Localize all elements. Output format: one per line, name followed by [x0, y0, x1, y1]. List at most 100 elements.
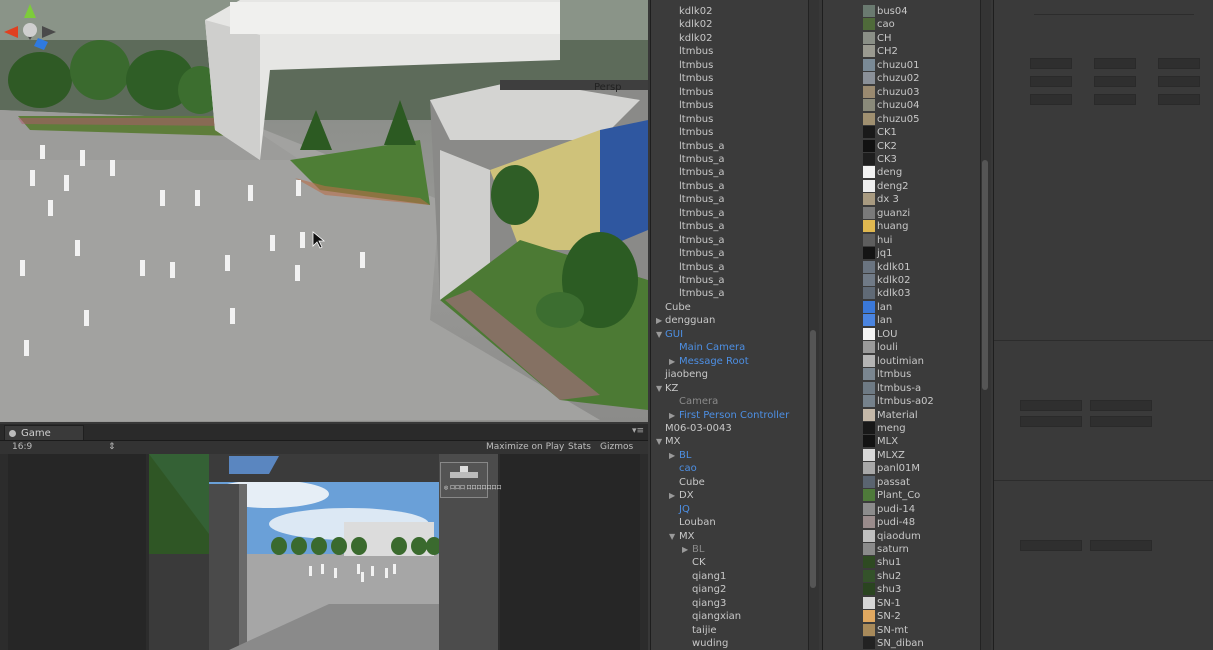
hierarchy-item[interactable]: kdlk02 [651, 5, 809, 18]
project-asset-list[interactable]: bus04 cao CH CH2 chuzu01 chuzu02 chuzu03 chuzu0… [822, 0, 991, 650]
hierarchy-item[interactable]: wuding [651, 637, 809, 650]
asset-item[interactable]: lan [863, 314, 983, 327]
tab-game[interactable]: Game [4, 425, 84, 440]
asset-item[interactable]: huang [863, 220, 983, 233]
asset-item[interactable]: loutimian [863, 354, 983, 368]
hierarchy-item[interactable]: CK [651, 556, 809, 569]
asset-item[interactable]: SN-2 [863, 610, 983, 623]
asset-item[interactable]: chuzu01 [863, 58, 983, 72]
asset-item[interactable]: bus04 [863, 5, 983, 18]
asset-item[interactable]: ltmbus [863, 368, 983, 381]
asset-item[interactable]: meng [863, 421, 983, 435]
scene-camera-mode-label[interactable]: Persp [594, 82, 622, 93]
hierarchy-item[interactable]: ltmbus_a [651, 261, 809, 274]
hierarchy-item[interactable]: ▼ GUI [651, 328, 809, 341]
tab-menu-icon[interactable]: ▾≡ [632, 426, 644, 436]
hierarchy-item[interactable]: qiang1 [651, 570, 809, 583]
hierarchy-item[interactable]: qiangxian [651, 610, 809, 623]
asset-item[interactable]: CH2 [863, 45, 983, 58]
hierarchy-item[interactable]: ▼ MX [651, 435, 809, 448]
hierarchy-item[interactable]: ltmbus_a [651, 180, 809, 193]
hierarchy-item[interactable]: qiang3 [651, 597, 809, 610]
inspector-field[interactable] [1090, 416, 1152, 427]
hierarchy-item[interactable]: ▶ dengguan [651, 314, 809, 327]
hierarchy-item[interactable]: ltmbus_a [651, 153, 809, 166]
hierarchy-item[interactable]: Camera [651, 395, 809, 408]
hierarchy-item[interactable]: ltmbus [651, 72, 809, 85]
hierarchy-item[interactable]: taijie [651, 624, 809, 637]
hierarchy-item[interactable]: ▶ First Person Controller [651, 409, 809, 422]
hierarchy-item[interactable]: ltmbus_a [651, 207, 809, 220]
hierarchy-item[interactable]: ltmbus_a [651, 247, 809, 260]
scene-gizmo-icon[interactable] [0, 0, 60, 60]
hierarchy-item[interactable]: JQ [651, 503, 809, 516]
hierarchy-item[interactable]: ▶ BL [651, 449, 809, 462]
project-scroll-thumb[interactable] [982, 160, 988, 390]
expand-down-icon[interactable]: ▼ [669, 530, 675, 543]
asset-item[interactable]: pudi-14 [863, 502, 983, 516]
asset-item[interactable]: louli [863, 341, 983, 354]
asset-item[interactable]: passat [863, 475, 983, 489]
asset-item[interactable]: LOU [863, 327, 983, 341]
hierarchy-item[interactable]: ▼ MX [651, 530, 809, 543]
asset-item[interactable]: CH [863, 31, 983, 45]
asset-item[interactable]: Material [863, 408, 983, 422]
asset-item[interactable]: CK3 [863, 152, 983, 166]
asset-item[interactable]: pudi-48 [863, 516, 983, 529]
hierarchy-item[interactable]: ltmbus_a [651, 193, 809, 206]
asset-item[interactable]: deng [863, 166, 983, 179]
inspector-field[interactable] [1094, 58, 1136, 69]
aspect-dropdown-arrow-icon[interactable]: ⇕ [108, 442, 116, 452]
asset-item[interactable]: chuzu02 [863, 72, 983, 85]
hierarchy-item[interactable]: Main Camera [651, 341, 809, 354]
inspector-field[interactable] [1020, 416, 1082, 427]
game-minimap[interactable]: ◎ 口口口 口口口口口口口 [440, 462, 502, 498]
inspector-field[interactable] [1094, 76, 1136, 87]
asset-item[interactable]: chuzu03 [863, 85, 983, 99]
asset-item[interactable]: kdlk03 [863, 287, 983, 300]
hierarchy-panel[interactable]: kdlk02 kdlk02 kdlk02 ltmbus ltmbus ltmbus ltmb… [650, 0, 819, 650]
asset-item[interactable]: shu1 [863, 556, 983, 569]
hierarchy-item[interactable]: ltmbus [651, 86, 809, 99]
inspector-field[interactable] [1158, 76, 1200, 87]
hierarchy-item[interactable]: ltmbus_a [651, 287, 809, 300]
asset-item[interactable]: ltmbus-a02 [863, 395, 983, 408]
asset-item[interactable]: SN-1 [863, 596, 983, 610]
aspect-dropdown[interactable]: 16:9 [12, 442, 32, 452]
asset-item[interactable]: MLXZ [863, 448, 983, 462]
scene-view[interactable]: Persp [0, 0, 648, 422]
hierarchy-scroll-thumb[interactable] [810, 330, 816, 588]
hierarchy-item[interactable]: ▶ BL [651, 543, 809, 556]
expand-down-icon[interactable]: ▼ [656, 435, 662, 448]
hierarchy-item[interactable]: ltmbus_a [651, 166, 809, 179]
asset-item[interactable]: dx 3 [863, 193, 983, 206]
hierarchy-item[interactable]: kdlk02 [651, 18, 809, 31]
hierarchy-item[interactable]: ltmbus_a [651, 274, 809, 287]
hierarchy-item[interactable]: jiaobeng [651, 368, 809, 381]
hierarchy-item[interactable]: cao [651, 462, 809, 475]
asset-item[interactable]: kdlk02 [863, 274, 983, 287]
asset-item[interactable]: panl01M [863, 462, 983, 475]
hierarchy-item[interactable]: ltmbus [651, 59, 809, 72]
asset-item[interactable]: kdlk01 [863, 260, 983, 274]
asset-item[interactable]: MLX [863, 435, 983, 448]
asset-item[interactable]: SN_diban [863, 637, 983, 650]
maximize-on-play-toggle[interactable]: Maximize on Play [486, 442, 564, 452]
hierarchy-item[interactable]: ltmbus_a [651, 220, 809, 233]
hierarchy-item[interactable]: qiang2 [651, 583, 809, 596]
inspector-field[interactable] [1158, 58, 1200, 69]
inspector-field[interactable] [1090, 540, 1152, 551]
asset-item[interactable]: qiaodum [863, 529, 983, 543]
hierarchy-item[interactable]: ▶ Message Root [651, 355, 809, 368]
expand-right-icon[interactable]: ▶ [669, 489, 675, 502]
expand-right-icon[interactable]: ▶ [656, 314, 662, 327]
hierarchy-item[interactable]: Cube [651, 476, 809, 489]
expand-right-icon[interactable]: ▶ [669, 449, 675, 462]
asset-item[interactable]: ltmbus-a [863, 381, 983, 395]
inspector-field[interactable] [1090, 400, 1152, 411]
inspector-field[interactable] [1030, 58, 1072, 69]
hierarchy-item[interactable]: Cube [651, 301, 809, 314]
inspector-field[interactable] [1020, 540, 1082, 551]
hierarchy-item[interactable]: ltmbus [651, 99, 809, 112]
expand-down-icon[interactable]: ▼ [656, 328, 662, 341]
